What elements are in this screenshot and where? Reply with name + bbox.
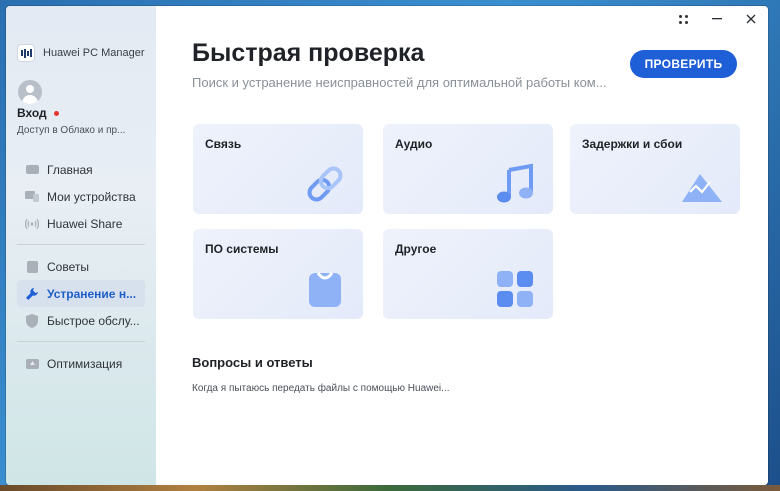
card-label: ПО системы bbox=[205, 242, 279, 256]
divider bbox=[17, 244, 145, 245]
divider bbox=[17, 341, 145, 342]
mountain-icon bbox=[682, 174, 722, 202]
devices-icon bbox=[25, 190, 39, 204]
card-label: Задержки и сбои bbox=[582, 137, 683, 151]
sidebar-item-my-devices[interactable]: Мои устройства bbox=[17, 183, 145, 210]
sidebar-item-label: Главная bbox=[47, 162, 93, 177]
sidebar-item-label: Huawei Share bbox=[47, 216, 123, 231]
login-link[interactable]: Вход bbox=[17, 106, 59, 120]
faq-item[interactable]: Когда я пытаюсь передать файлы с помощью… bbox=[192, 383, 449, 394]
card-label: Аудио bbox=[395, 137, 433, 151]
link-icon bbox=[307, 166, 343, 202]
sidebar-item-label: Устранение н... bbox=[47, 286, 137, 301]
sidebar-item-troubleshooting[interactable]: Устранение н... bbox=[17, 280, 145, 307]
sidebar-item-home[interactable]: Главная bbox=[17, 156, 145, 183]
sidebar-item-huawei-share[interactable]: Huawei Share bbox=[17, 210, 145, 237]
sidebar-item-optimization[interactable]: Оптимизация bbox=[17, 350, 145, 377]
app-window: Huawei PC Manager Вход Доступ в Облако и… bbox=[6, 6, 768, 485]
brand: Huawei PC Manager bbox=[17, 44, 145, 62]
card-system-software[interactable]: ПО системы bbox=[193, 229, 363, 319]
grid-icon bbox=[497, 271, 533, 307]
page-subtitle: Поиск и устранение неисправностей для оп… bbox=[192, 75, 607, 90]
sidebar-item-label: Быстрое обслу... bbox=[47, 313, 140, 328]
card-other[interactable]: Другое bbox=[383, 229, 553, 319]
home-icon bbox=[25, 163, 39, 177]
main-content: Быстрая проверка Поиск и устранение неис… bbox=[156, 6, 768, 485]
app-name: Huawei PC Manager bbox=[43, 47, 145, 59]
avatar[interactable] bbox=[18, 80, 42, 104]
card-lags-crashes[interactable]: Задержки и сбои bbox=[570, 124, 740, 214]
sidebar-item-quick-service[interactable]: Быстрое обслу... bbox=[17, 307, 145, 334]
card-label: Другое bbox=[395, 242, 437, 256]
optimize-icon bbox=[25, 357, 39, 371]
cloud-access-subtitle[interactable]: Доступ в Облако и пр... bbox=[17, 125, 125, 136]
page-title: Быстрая проверка bbox=[192, 39, 425, 67]
faq-title: Вопросы и ответы bbox=[192, 355, 313, 370]
huawei-pc-manager-logo-icon bbox=[17, 44, 35, 62]
close-button[interactable] bbox=[734, 6, 768, 32]
four-dots-icon bbox=[678, 14, 688, 24]
sidebar-nav: Главная Мои устройства Huawei Share Сове… bbox=[17, 156, 145, 377]
wrench-icon bbox=[25, 287, 39, 301]
minimize-icon bbox=[712, 18, 722, 20]
bag-icon bbox=[309, 272, 341, 307]
sidebar: Huawei PC Manager Вход Доступ в Облако и… bbox=[6, 6, 156, 485]
desktop-background bbox=[0, 485, 780, 491]
sidebar-item-label: Мои устройства bbox=[47, 189, 136, 204]
music-note-icon bbox=[497, 163, 533, 203]
minimize-button[interactable] bbox=[700, 6, 734, 32]
sidebar-item-tips[interactable]: Советы bbox=[17, 253, 145, 280]
layout-toggle-button[interactable] bbox=[666, 6, 700, 32]
tips-icon bbox=[25, 260, 39, 274]
notification-dot bbox=[53, 110, 59, 116]
share-icon bbox=[25, 217, 39, 231]
sidebar-item-label: Оптимизация bbox=[47, 356, 123, 371]
card-connection[interactable]: Связь bbox=[193, 124, 363, 214]
sidebar-item-label: Советы bbox=[47, 259, 89, 274]
card-audio[interactable]: Аудио bbox=[383, 124, 553, 214]
login-label[interactable]: Вход bbox=[17, 106, 47, 120]
check-button[interactable]: ПРОВЕРИТЬ bbox=[630, 50, 737, 78]
close-icon bbox=[746, 14, 756, 24]
window-titlebar bbox=[666, 6, 768, 32]
shield-icon bbox=[25, 313, 39, 328]
card-label: Связь bbox=[205, 137, 242, 151]
